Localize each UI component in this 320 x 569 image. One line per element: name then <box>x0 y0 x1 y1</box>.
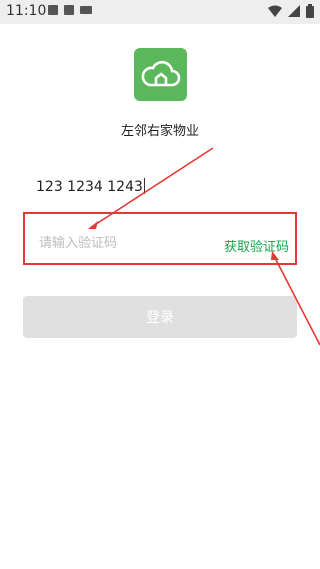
annotation-arrows <box>88 147 320 346</box>
annotation-arrowhead-get-code <box>271 251 279 260</box>
annotation-arrowhead-input <box>88 221 98 229</box>
annotation-arrow-to-get-code <box>272 253 320 346</box>
annotation-arrow-to-input <box>89 147 214 229</box>
